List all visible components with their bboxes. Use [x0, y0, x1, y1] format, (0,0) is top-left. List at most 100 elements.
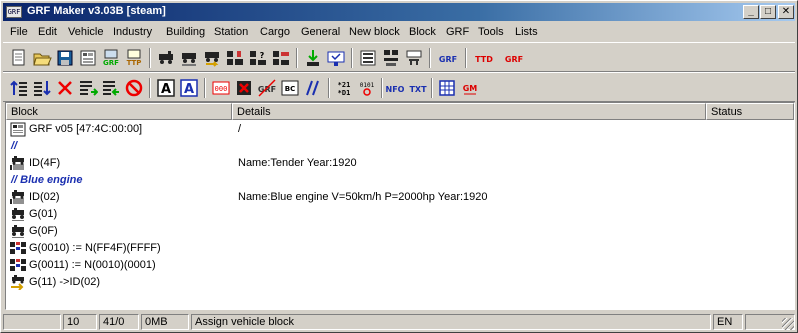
vehicle-action-icon[interactable]: [202, 48, 222, 68]
text-a-label: A: [161, 82, 171, 97]
ttd-label: TTD: [475, 55, 493, 64]
grf-label-icon[interactable]: GRF: [501, 48, 527, 68]
status-empty: [3, 314, 61, 330]
vehicle-graphics-icon[interactable]: [179, 48, 199, 68]
grf-delete-icon[interactable]: GRF: [257, 78, 277, 98]
menu-new-block[interactable]: New block: [349, 26, 400, 38]
separator: [149, 48, 151, 68]
comment-icon[interactable]: [303, 78, 323, 98]
block-list[interactable]: Block Details Status GRF v05 [47:4C:00:0…: [5, 102, 795, 310]
resize-grip[interactable]: [782, 318, 794, 330]
table-row[interactable]: G(0011) := N(0010)(0001): [6, 257, 794, 274]
app-window: GRF GRF Maker v3.03B [steam] _ □ ✕ File …: [0, 0, 798, 333]
close-button[interactable]: ✕: [778, 5, 794, 19]
railtype-icon[interactable]: [404, 48, 424, 68]
title-bar[interactable]: GRF GRF Maker v3.03B [steam] _ □ ✕: [3, 3, 795, 21]
vehicle-id-icon: [10, 156, 26, 171]
main-toolbar: GRF TTP ? GRF TTD GRF: [3, 42, 795, 72]
table-row[interactable]: ID(02) Name:Blue engine V=50km/h P=2000h…: [6, 189, 794, 206]
comment-cell: //: [11, 140, 18, 152]
menu-block[interactable]: Block: [409, 26, 436, 38]
grf-delete-label: GRF: [258, 85, 276, 94]
sound-table-icon[interactable]: [381, 48, 401, 68]
table-row[interactable]: G(0010) := N(FF4F)(FFFF): [6, 240, 794, 257]
move-down-icon[interactable]: [32, 78, 52, 98]
menu-station[interactable]: Station: [214, 26, 248, 38]
insert-comment-icon[interactable]: [326, 48, 346, 68]
block-cell: GRF v05 [47:4C:00:00]: [29, 123, 143, 135]
minimize-button[interactable]: _: [743, 5, 759, 19]
bits-icon[interactable]: 000: [211, 78, 231, 98]
grf-sprite-icon[interactable]: [271, 48, 291, 68]
status-message: Assign vehicle block: [191, 314, 711, 330]
menu-cargo[interactable]: Cargo: [260, 26, 290, 38]
table-row[interactable]: ID(4F) Name:Tender Year:1920: [6, 155, 794, 172]
sprite-bitmap-icon[interactable]: ?: [248, 48, 268, 68]
table-row[interactable]: GRF v05 [47:4C:00:00] /: [6, 121, 794, 138]
column-header-status[interactable]: Status: [706, 103, 794, 120]
new-graphics-icon[interactable]: [225, 48, 245, 68]
table-row[interactable]: G(0F): [6, 223, 794, 240]
status-language: EN: [713, 314, 743, 330]
txt-export-icon[interactable]: TXT: [407, 78, 429, 98]
menu-general[interactable]: General: [301, 26, 340, 38]
menu-vehicle[interactable]: Vehicle: [68, 26, 103, 38]
menu-grf[interactable]: GRF: [446, 26, 469, 38]
menu-lists[interactable]: Lists: [515, 26, 538, 38]
list-header: Block Details Status: [6, 103, 794, 120]
grf-block-icon[interactable]: GRF: [101, 48, 121, 68]
close-box-icon[interactable]: [234, 78, 254, 98]
grf-header-icon: [10, 122, 26, 137]
app-icon[interactable]: GRF: [6, 6, 22, 18]
table-row[interactable]: // Blue engine: [6, 172, 794, 189]
menu-file[interactable]: File: [10, 26, 28, 38]
ttp-block-icon[interactable]: TTP: [124, 48, 144, 68]
outdent-icon[interactable]: [101, 78, 121, 98]
comment-cell: // Blue engine: [11, 174, 83, 186]
menu-industry[interactable]: Industry: [113, 26, 152, 38]
gm-label: GM: [463, 84, 478, 93]
ttd-label-icon[interactable]: TTD: [471, 48, 497, 68]
save-icon[interactable]: [55, 48, 75, 68]
table-row[interactable]: G(01): [6, 206, 794, 223]
gm-icon[interactable]: GM: [459, 78, 481, 98]
bc-icon[interactable]: BC: [280, 78, 300, 98]
display-icon[interactable]: [358, 48, 378, 68]
table-row[interactable]: G(11) ->ID(02): [6, 274, 794, 291]
block-toolbar: A A 000 GRF BC *21 *D1 0101 NFO TXT GM: [3, 72, 795, 102]
separator: [465, 48, 467, 68]
vehicle-id-icon[interactable]: [156, 48, 176, 68]
disable-icon[interactable]: [124, 78, 144, 98]
grf-info-icon[interactable]: [78, 48, 98, 68]
separator: [296, 48, 298, 68]
bc-label: BC: [285, 85, 295, 93]
new-file-icon[interactable]: [9, 48, 29, 68]
jump-icon[interactable]: [303, 48, 323, 68]
text-a-blue-icon[interactable]: A: [179, 78, 199, 98]
separator: [381, 78, 383, 98]
nfo-export-icon[interactable]: NFO: [384, 78, 406, 98]
column-header-block[interactable]: Block: [6, 103, 232, 120]
separator: [149, 78, 151, 98]
details-cell: /: [238, 123, 242, 135]
menu-tools[interactable]: Tools: [478, 26, 504, 38]
status-position: 41/0: [99, 314, 139, 330]
indent-icon[interactable]: [78, 78, 98, 98]
binary-values-icon[interactable]: 0101: [357, 78, 377, 98]
hex-values-icon[interactable]: *21 *D1: [334, 78, 354, 98]
move-up-icon[interactable]: [9, 78, 29, 98]
text-a-icon[interactable]: A: [156, 78, 176, 98]
block-cell: G(01): [29, 208, 58, 220]
block-cell: G(0010) := N(FF4F)(FFFF): [29, 242, 161, 254]
vehicle-id-icon: [10, 190, 26, 205]
table-row[interactable]: //: [6, 138, 794, 155]
delete-icon[interactable]: [55, 78, 75, 98]
maximize-button[interactable]: □: [760, 5, 776, 19]
column-header-details[interactable]: Details: [232, 103, 706, 120]
menu-edit[interactable]: Edit: [38, 26, 57, 38]
assign-vehicle-icon: [10, 275, 26, 290]
menu-building[interactable]: Building: [166, 26, 205, 38]
grf-red-icon[interactable]: GRF: [435, 48, 461, 68]
grid-icon[interactable]: [437, 78, 457, 98]
open-folder-icon[interactable]: [32, 48, 52, 68]
